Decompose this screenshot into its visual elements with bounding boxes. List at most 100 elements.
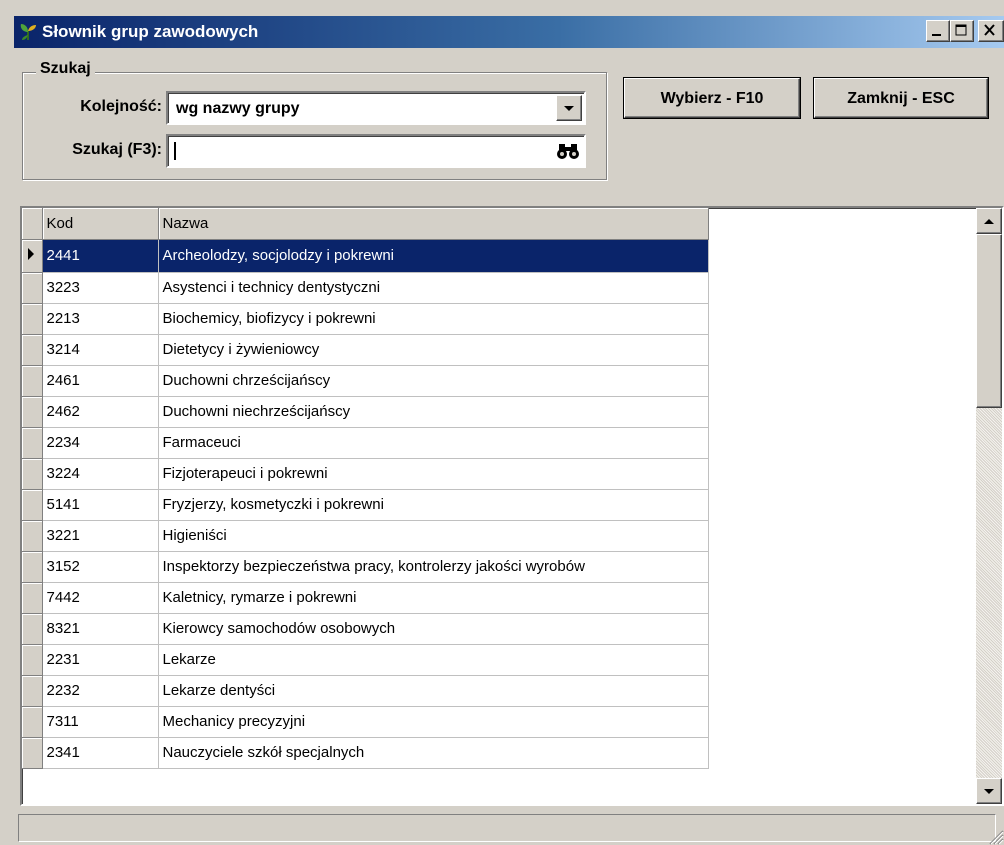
column-header-nazwa[interactable]: Nazwa: [158, 208, 709, 240]
cell-kod[interactable]: 2461: [42, 365, 159, 397]
table-row[interactable]: 3152 Inspektorzy bezpieczeństwa pracy, ko…: [22, 551, 709, 583]
search-label: Szukaj (F3):: [72, 141, 162, 158]
table-row[interactable]: 2232 Lekarze dentyści: [22, 675, 709, 707]
grid-header-row: Kod Nazwa: [22, 208, 709, 240]
row-indicator-cell[interactable]: [22, 675, 43, 707]
cell-kod[interactable]: 7311: [42, 706, 159, 738]
cell-kod[interactable]: 2232: [42, 675, 159, 707]
cell-nazwa[interactable]: Nauczyciele szkół specjalnych: [158, 737, 709, 769]
table-row[interactable]: 2231 Lekarze: [22, 644, 709, 676]
table-row[interactable]: 3223 Asystenci i technicy dentystyczni: [22, 272, 709, 304]
cell-nazwa[interactable]: Kaletnicy, rymarze i pokrewni: [158, 582, 709, 614]
search-group-title: Szukaj: [36, 60, 95, 78]
table-row[interactable]: 2341 Nauczyciele szkół specjalnych: [22, 737, 709, 769]
cell-kod[interactable]: 7442: [42, 582, 159, 614]
cell-kod[interactable]: 3214: [42, 334, 159, 366]
close-button[interactable]: [978, 20, 1004, 42]
cell-nazwa[interactable]: Lekarze: [158, 644, 709, 676]
app-leaf-icon: [20, 24, 36, 40]
text-caret: [174, 142, 176, 160]
order-dropdown-button[interactable]: [556, 95, 582, 121]
cell-kod[interactable]: 3223: [42, 272, 159, 304]
status-bar: [14, 812, 1004, 845]
cell-kod[interactable]: 2462: [42, 396, 159, 428]
table-row[interactable]: 5141 Fryzjerzy, kosmetyczki i pokrewni: [22, 489, 709, 521]
table-row[interactable]: 2441 Archeolodzy, socjolodzy i pokrewni: [22, 239, 709, 273]
table-row[interactable]: 3214 Dietetycy i żywieniowcy: [22, 334, 709, 366]
row-indicator-cell[interactable]: [22, 365, 43, 397]
cell-nazwa[interactable]: Mechanicy precyzyjni: [158, 706, 709, 738]
order-select[interactable]: wg nazwy grupy: [166, 91, 586, 125]
table-row[interactable]: 8321 Kierowcy samochodów osobowych: [22, 613, 709, 645]
cell-nazwa[interactable]: Kierowcy samochodów osobowych: [158, 613, 709, 645]
scroll-thumb[interactable]: [976, 234, 1002, 408]
cell-nazwa[interactable]: Fizjoterapeuci i pokrewni: [158, 458, 709, 490]
title-bar[interactable]: Słownik grup zawodowych: [14, 16, 1004, 48]
scroll-up-button[interactable]: [976, 208, 1002, 234]
row-indicator-cell[interactable]: [22, 706, 43, 738]
row-indicator-cell[interactable]: [22, 613, 43, 645]
search-input[interactable]: [166, 134, 586, 168]
grid-table: Kod Nazwa 2441 Archeolodzy, socjolodzy i …: [22, 208, 709, 769]
cell-kod[interactable]: 2231: [42, 644, 159, 676]
cell-nazwa[interactable]: Duchowni chrześcijańscy: [158, 365, 709, 397]
header-indicator-cell: [22, 208, 43, 240]
table-row[interactable]: 2234 Farmaceuci: [22, 427, 709, 459]
cell-nazwa[interactable]: Lekarze dentyści: [158, 675, 709, 707]
minimize-button[interactable]: [926, 20, 950, 42]
table-row[interactable]: 2461 Duchowni chrześcijańscy: [22, 365, 709, 397]
row-indicator-cell[interactable]: [22, 582, 43, 614]
row-indicator-cell[interactable]: [22, 272, 43, 304]
row-indicator-cell[interactable]: [22, 239, 43, 273]
cell-nazwa[interactable]: Inspektorzy bezpieczeństwa pracy, kontro…: [158, 551, 709, 583]
close-dialog-button[interactable]: Zamknij - ESC: [814, 78, 988, 118]
table-row[interactable]: 3224 Fizjoterapeuci i pokrewni: [22, 458, 709, 490]
select-button[interactable]: Wybierz - F10: [624, 78, 800, 118]
scroll-down-button[interactable]: [976, 778, 1002, 804]
row-indicator-cell[interactable]: [22, 644, 43, 676]
row-indicator-cell[interactable]: [22, 737, 43, 769]
row-indicator-cell[interactable]: [22, 551, 43, 583]
column-header-kod[interactable]: Kod: [42, 208, 159, 240]
cell-kod[interactable]: 5141: [42, 489, 159, 521]
cell-nazwa[interactable]: Asystenci i technicy dentystyczni: [158, 272, 709, 304]
cell-kod[interactable]: 8321: [42, 613, 159, 645]
arrow-down-icon: [984, 789, 994, 794]
resize-grip-icon[interactable]: [984, 825, 1004, 845]
row-indicator-cell[interactable]: [22, 520, 43, 552]
row-indicator-cell[interactable]: [22, 458, 43, 490]
row-indicator-cell[interactable]: [22, 303, 43, 335]
table-row[interactable]: 2213 Biochemicy, biofizycy i pokrewni: [22, 303, 709, 335]
row-indicator-cell[interactable]: [22, 489, 43, 521]
cell-kod[interactable]: 2234: [42, 427, 159, 459]
maximize-icon: [955, 24, 967, 36]
cell-kod[interactable]: 3224: [42, 458, 159, 490]
cell-kod[interactable]: 3221: [42, 520, 159, 552]
data-grid[interactable]: Kod Nazwa 2441 Archeolodzy, socjolodzy i …: [20, 206, 1004, 806]
table-row[interactable]: 7442 Kaletnicy, rymarze i pokrewni: [22, 582, 709, 614]
cell-nazwa[interactable]: Biochemicy, biofizycy i pokrewni: [158, 303, 709, 335]
close-icon: [984, 24, 995, 36]
table-row[interactable]: 7311 Mechanicy precyzyjni: [22, 706, 709, 738]
table-row[interactable]: 2462 Duchowni niechrześcijańscy: [22, 396, 709, 428]
chevron-down-icon: [564, 106, 574, 111]
cell-kod[interactable]: 2341: [42, 737, 159, 769]
vertical-scrollbar[interactable]: [976, 208, 1002, 804]
cell-nazwa[interactable]: Farmaceuci: [158, 427, 709, 459]
cell-nazwa[interactable]: Dietetycy i żywieniowcy: [158, 334, 709, 366]
cell-kod[interactable]: 3152: [42, 551, 159, 583]
maximize-button[interactable]: [950, 20, 974, 42]
binoculars-icon[interactable]: [556, 139, 580, 163]
window-title: Słownik grup zawodowych: [42, 22, 259, 41]
table-row[interactable]: 3221 Higieniści: [22, 520, 709, 552]
cell-nazwa[interactable]: Fryzjerzy, kosmetyczki i pokrewni: [158, 489, 709, 521]
row-indicator-cell[interactable]: [22, 334, 43, 366]
cell-kod[interactable]: 2213: [42, 303, 159, 335]
cell-kod[interactable]: 2441: [42, 239, 159, 273]
cell-nazwa[interactable]: Higieniści: [158, 520, 709, 552]
row-indicator-cell[interactable]: [22, 427, 43, 459]
cell-nazwa[interactable]: Archeolodzy, socjolodzy i pokrewni: [158, 239, 709, 273]
cell-nazwa[interactable]: Duchowni niechrześcijańscy: [158, 396, 709, 428]
order-select-value: wg nazwy grupy: [176, 100, 300, 117]
row-indicator-cell[interactable]: [22, 396, 43, 428]
